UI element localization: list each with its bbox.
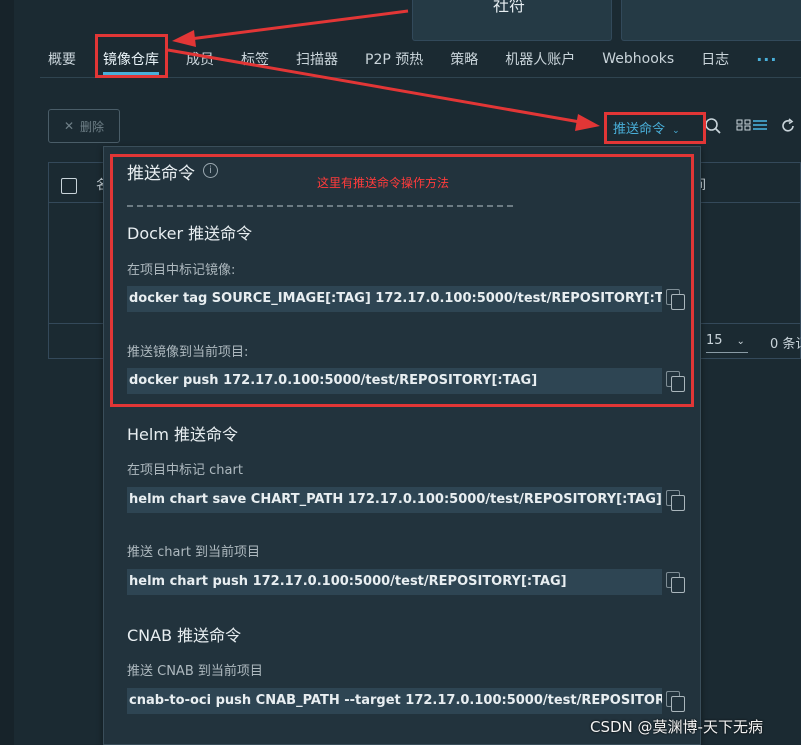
annotation-arrows: [167, 9, 600, 131]
watermark: CSDN @莫渊博-天下无病: [590, 718, 763, 736]
